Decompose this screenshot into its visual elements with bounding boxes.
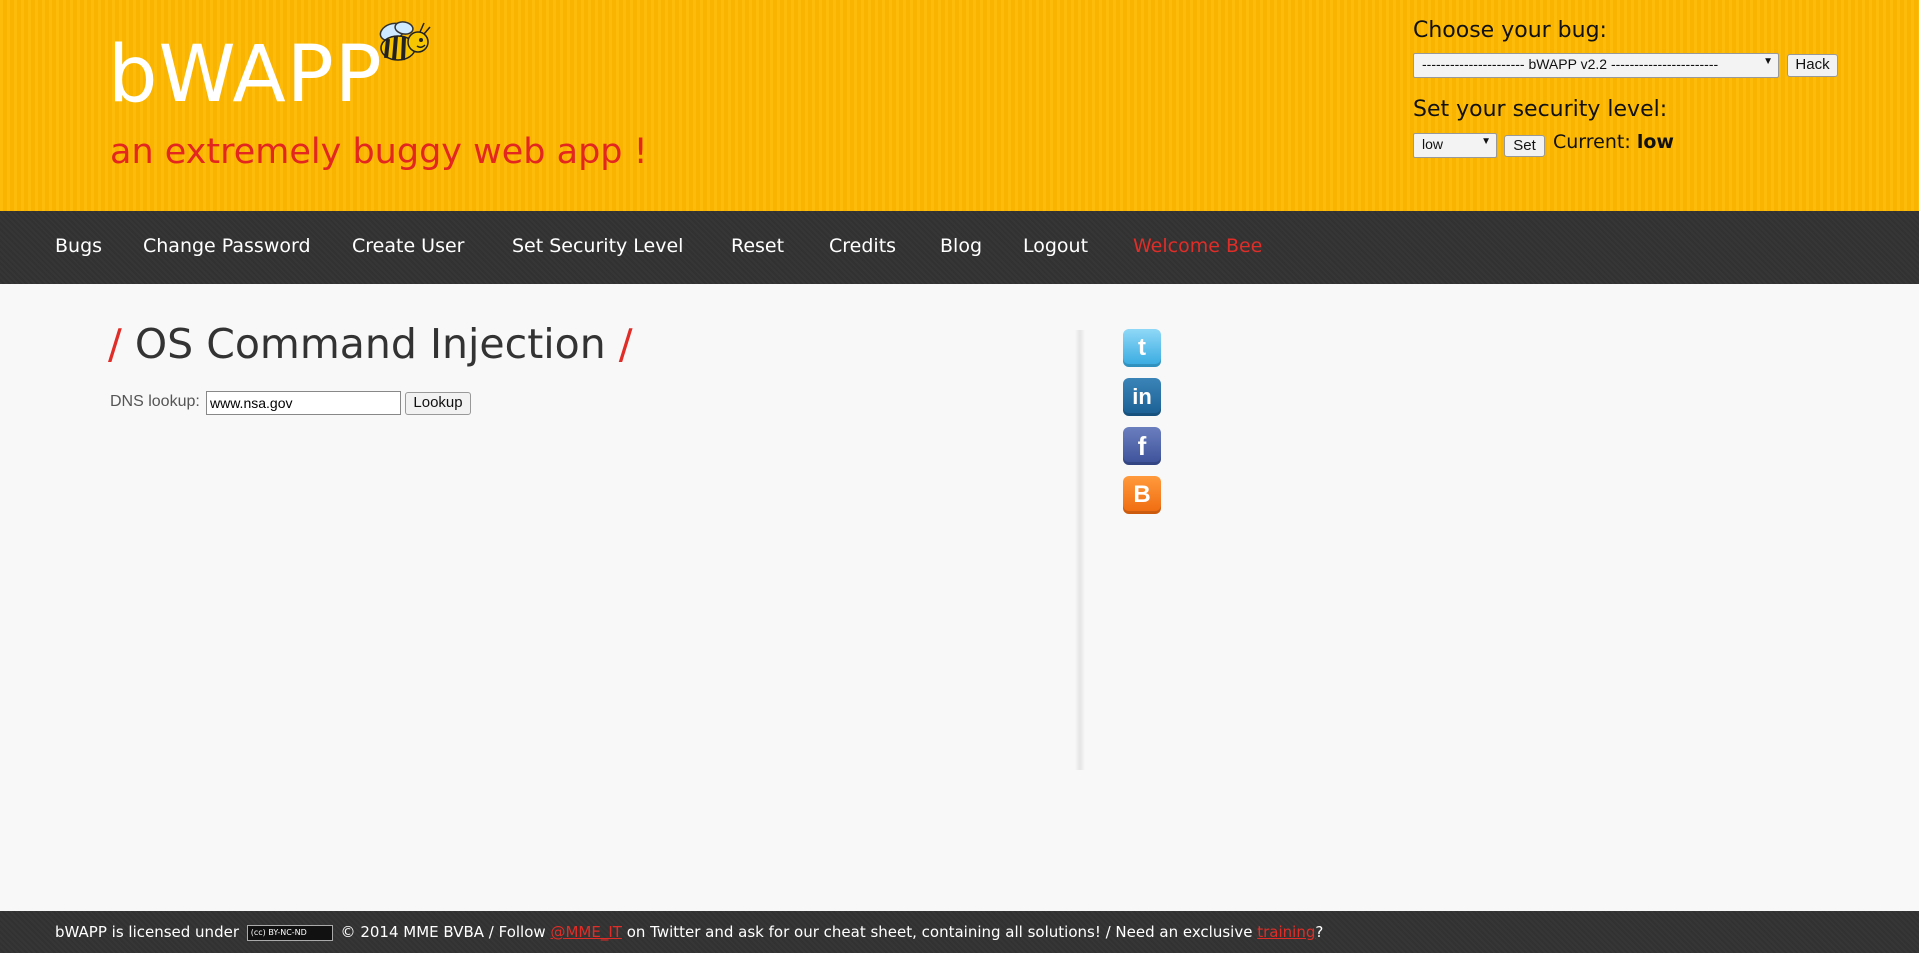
sidebar-divider [1075, 330, 1085, 770]
dns-lookup-label: DNS lookup: [110, 393, 200, 410]
title-slash-left: / [108, 320, 122, 368]
nav-item-credits[interactable]: Credits [829, 235, 896, 257]
linkedin-icon[interactable]: in [1123, 378, 1161, 416]
bee-logo-icon [379, 21, 431, 61]
twitter-link[interactable]: @MME_IT [550, 923, 621, 941]
current-label: Current: [1553, 131, 1631, 153]
nav-item-blog[interactable]: Blog [940, 235, 982, 257]
hack-button[interactable]: Hack [1787, 54, 1838, 77]
page-title: / OS Command Injection / [108, 320, 633, 368]
nav-item-bugs[interactable]: Bugs [55, 235, 102, 257]
facebook-icon[interactable]: f [1123, 427, 1161, 465]
security-level-label: Set your security level: [1413, 97, 1668, 122]
blogger-icon[interactable]: B [1123, 476, 1161, 514]
tagline: an extremely buggy web app ! [110, 132, 648, 172]
nav-item-welcome[interactable]: Welcome Bee [1133, 235, 1262, 257]
chevron-down-icon: ▼ [1763, 56, 1773, 67]
lookup-button[interactable]: Lookup [405, 392, 471, 415]
footer-cheatsheet-text: on Twitter and ask for our cheat sheet, … [626, 923, 1253, 941]
header: bWAPP an extremely buggy web app ! Choos… [0, 0, 1919, 211]
footer: bWAPP is licensed under (cc) BY-NC-ND © … [0, 911, 1919, 953]
main-nav: Bugs Change Password Create User Set Sec… [0, 211, 1919, 284]
cc-license-badge[interactable]: (cc) BY-NC-ND [246, 924, 333, 941]
current-value: low [1636, 131, 1674, 153]
chevron-down-icon: ▼ [1481, 136, 1491, 147]
footer-question-mark: ? [1315, 923, 1324, 941]
nav-item-set-security-level[interactable]: Set Security Level [512, 235, 683, 257]
training-link[interactable]: training [1257, 923, 1315, 941]
page-title-text: OS Command Injection [134, 320, 606, 368]
title-slash-right: / [618, 320, 633, 368]
nav-item-change-password[interactable]: Change Password [143, 235, 311, 257]
choose-bug-label: Choose your bug: [1413, 18, 1607, 43]
dns-lookup-input[interactable] [206, 391, 401, 415]
nav-item-reset[interactable]: Reset [731, 235, 784, 257]
security-level-select[interactable]: low ▼ [1413, 133, 1497, 158]
footer-copyright-text: © 2014 MME BVBA / Follow [340, 923, 546, 941]
set-button[interactable]: Set [1504, 135, 1545, 157]
footer-license-text: bWAPP is licensed under [55, 923, 239, 941]
nav-item-logout[interactable]: Logout [1023, 235, 1088, 257]
nav-item-create-user[interactable]: Create User [352, 235, 464, 257]
twitter-icon[interactable]: t [1123, 329, 1161, 367]
bug-select[interactable]: ---------------------- bWAPP v2.2 ------… [1413, 53, 1779, 78]
security-select-value: low [1422, 136, 1444, 152]
logo: bWAPP [108, 30, 383, 120]
bug-select-value: ---------------------- bWAPP v2.2 ------… [1422, 56, 1719, 72]
current-security-level: Current: low [1553, 131, 1674, 153]
